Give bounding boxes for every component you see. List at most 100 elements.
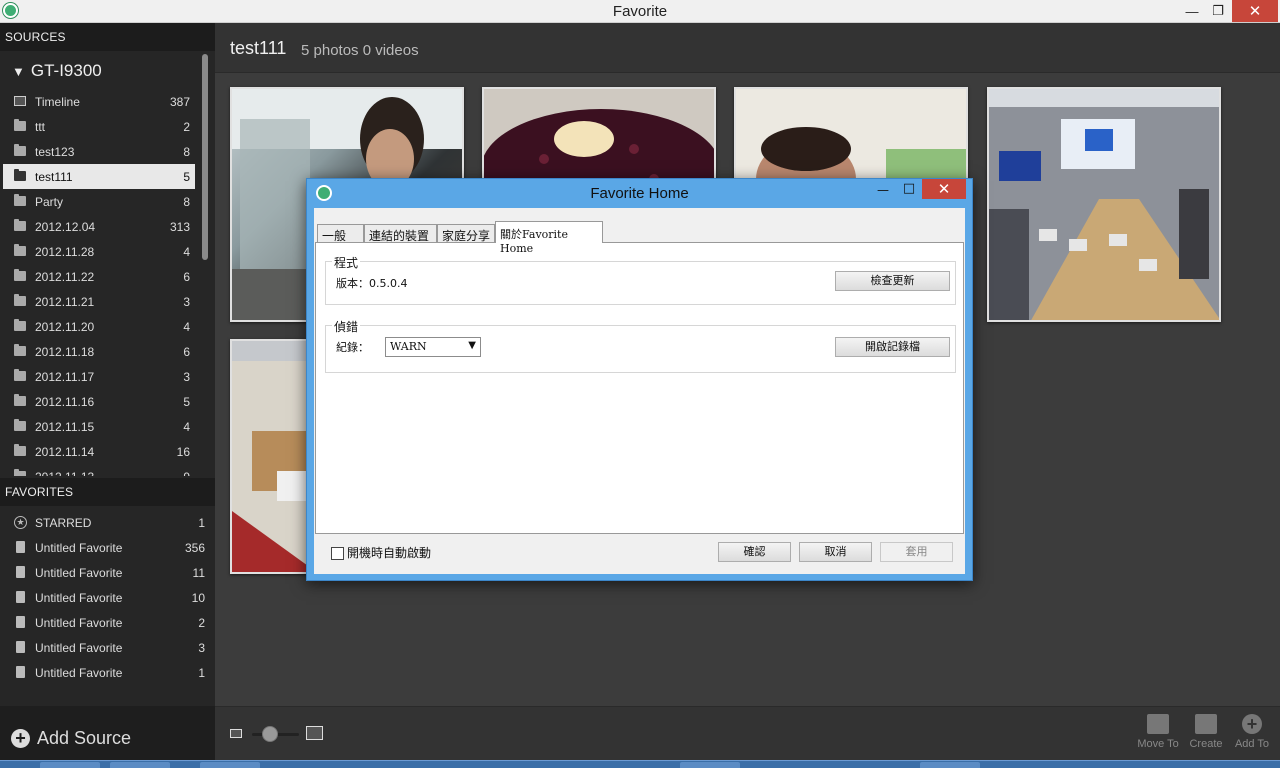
favorite-item[interactable]: Untitled Favorite 2 [3,610,210,635]
item-count: 8 [183,195,190,209]
item-label: STARRED [35,516,92,530]
sidebar-scrollbar[interactable] [202,54,208,260]
program-group: 程式 版本：0.5.0.4 檢查更新 [325,254,956,305]
move-to-button[interactable]: Move To [1135,711,1181,757]
create-button[interactable]: Create [1183,711,1229,757]
version-text: 版本：0.5.0.4 [336,277,408,290]
device-header[interactable]: ▼ GT-I9300 [12,61,102,81]
item-count: 11 [192,566,205,580]
folder-icon [14,244,26,256]
sidebar-item[interactable]: 2012.11.13 9 [3,464,195,476]
item-count: 387 [169,95,190,109]
sidebar-item[interactable]: 2012.11.20 4 [3,314,195,339]
photo-meeting-room [989,89,1219,320]
dialog-minimize-button[interactable]: — [874,183,892,201]
log-label: 紀錄： [336,341,369,354]
plus-circle-icon: + [1242,714,1262,734]
favorite-item[interactable]: Untitled Favorite 356 [3,535,210,560]
item-label: Timeline [35,95,80,109]
minimize-button[interactable]: — [1180,0,1204,22]
restore-button[interactable]: ❐ [1206,0,1230,22]
small-thumbnail-icon [230,729,242,738]
sidebar-item[interactable]: Party 8 [3,189,195,214]
item-count: 356 [184,541,205,555]
item-label: 2012.11.18 [35,345,95,359]
add-source-button[interactable]: + Add Source [0,706,215,768]
folder-icon [14,469,26,476]
sidebar-item[interactable]: Timeline 387 [3,89,195,114]
item-label: 2012.11.15 [35,420,95,434]
taskbar-item[interactable] [110,762,170,768]
favorite-item[interactable]: Untitled Favorite 3 [3,635,210,660]
log-level-select[interactable]: WARN ▼ [385,337,481,357]
book-icon [16,666,25,678]
item-label: Untitled Favorite [35,666,123,680]
dialog-close-button[interactable]: ✕ [922,179,966,199]
item-count: 6 [183,270,190,284]
sidebar-item[interactable]: test111 5 [3,164,195,189]
taskbar-item[interactable] [200,762,260,768]
taskbar-item[interactable] [680,762,740,768]
sidebar-item[interactable]: 2012.11.17 3 [3,364,195,389]
open-log-button[interactable]: 開啟記錄檔 [835,337,950,357]
sidebar-item[interactable]: 2012.11.16 5 [3,389,195,414]
tab-family-sharing[interactable]: 家庭分享 [437,224,495,243]
check-update-button[interactable]: 檢查更新 [835,271,950,291]
photo-thumbnail[interactable] [987,87,1221,322]
sidebar-item[interactable]: ttt 2 [3,114,195,139]
folder-icon [14,294,26,306]
book-icon [16,616,25,628]
favorite-item[interactable]: Untitled Favorite 10 [3,585,210,610]
item-count: 1 [198,666,205,680]
dialog-maximize-button[interactable]: □ [899,181,919,199]
item-count: 3 [198,641,205,655]
log-level-value: WARN [390,340,427,353]
favorite-item[interactable]: ★ STARRED 1 [3,510,210,535]
tab-about[interactable]: 關於Favorite Home [495,221,603,255]
item-count: 3 [183,295,190,309]
autostart-checkbox[interactable] [331,547,344,560]
action-label: Move To [1137,738,1179,750]
sidebar-item[interactable]: 2012.12.04 313 [3,214,195,239]
action-label: Add To [1234,738,1270,750]
sidebar-item[interactable]: 2012.11.18 6 [3,339,195,364]
program-group-legend: 程式 [332,254,361,271]
dialog-body: 一般 連結的裝置 家庭分享 關於Favorite Home 程式 版本：0.5.… [314,208,965,574]
folder-icon [14,419,26,431]
item-label: test111 [35,170,73,184]
sidebar-item[interactable]: 2012.11.14 16 [3,439,195,464]
item-label: Untitled Favorite [35,641,123,655]
item-count: 4 [183,245,190,259]
sidebar-item[interactable]: 2012.11.28 4 [3,239,195,264]
book-icon [16,641,25,653]
sidebar-item[interactable]: 2012.11.22 6 [3,264,195,289]
window-title: Favorite [612,3,668,20]
folder-icon [14,444,26,456]
item-label: test123 [35,145,75,159]
tab-general[interactable]: 一般 [317,224,364,243]
slider-knob[interactable] [262,726,278,742]
favorite-item[interactable]: Untitled Favorite 11 [3,560,210,585]
item-label: 2012.11.22 [35,270,95,284]
close-button[interactable]: ✕ [1232,0,1278,22]
expand-triangle-icon[interactable]: ▼ [12,64,25,79]
cancel-button[interactable]: 取消 [799,542,872,562]
taskbar-item[interactable] [40,762,100,768]
item-label: 2012.12.04 [35,220,96,234]
sidebar-item[interactable]: test123 8 [3,139,195,164]
taskbar-item[interactable] [920,762,980,768]
item-label: 2012.11.16 [35,395,95,409]
add-to-button[interactable]: + Add To [1229,711,1275,757]
item-count: 9 [183,470,190,476]
book-icon [1195,714,1217,734]
debug-group: 偵錯 紀錄： WARN ▼ 開啟記錄檔 [325,318,956,373]
sidebar-item[interactable]: 2012.11.15 4 [3,414,195,439]
item-count: 8 [183,145,190,159]
sources-heading: SOURCES [0,23,215,51]
item-label: Untitled Favorite [35,616,123,630]
sidebar-item[interactable]: 2012.11.21 3 [3,289,195,314]
apply-button[interactable]: 套用 [880,542,953,562]
ok-button[interactable]: 確認 [718,542,791,562]
favorite-item[interactable]: Untitled Favorite 1 [3,660,210,685]
tab-connected-devices[interactable]: 連結的裝置 [364,224,437,243]
